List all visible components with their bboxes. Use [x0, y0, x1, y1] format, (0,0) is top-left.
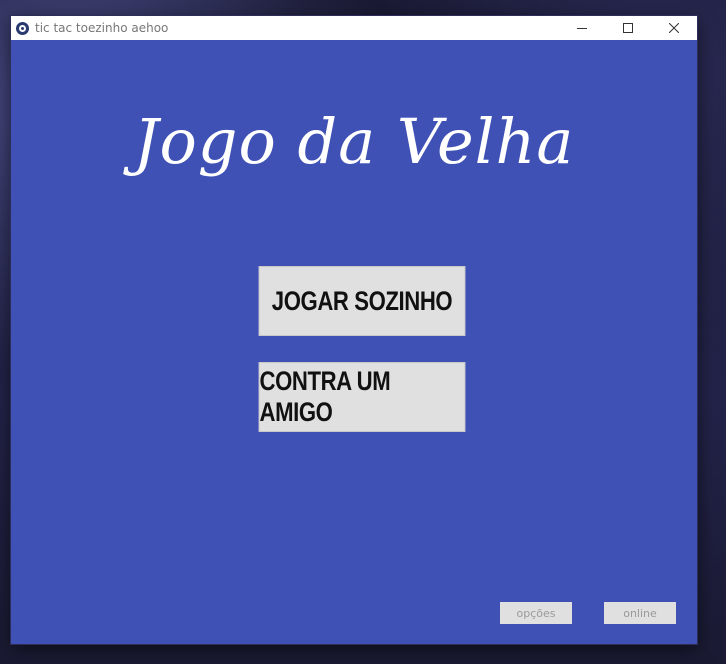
minimize-button[interactable]: [559, 16, 605, 40]
main-content: Jogo da Velha JOGAR SOZINHO CONTRA UM AM…: [11, 40, 697, 644]
maximize-button[interactable]: [605, 16, 651, 40]
app-window: tic tac toezinho aehoo Jogo da Velha JOG…: [11, 16, 697, 644]
play-solo-button[interactable]: JOGAR SOZINHO: [258, 266, 466, 336]
close-button[interactable]: [651, 16, 697, 40]
options-button[interactable]: opções: [500, 602, 572, 624]
app-icon: [16, 21, 29, 35]
maximize-icon: [623, 23, 633, 33]
window-title: tic tac toezinho aehoo: [35, 21, 169, 35]
minimize-icon: [577, 28, 587, 29]
window-controls: [559, 16, 697, 40]
online-button[interactable]: online: [604, 602, 676, 624]
title-bar[interactable]: tic tac toezinho aehoo: [11, 16, 697, 40]
close-icon: [669, 23, 679, 33]
play-friend-button[interactable]: CONTRA UM AMIGO: [258, 362, 466, 432]
game-title: Jogo da Velha: [133, 105, 575, 178]
